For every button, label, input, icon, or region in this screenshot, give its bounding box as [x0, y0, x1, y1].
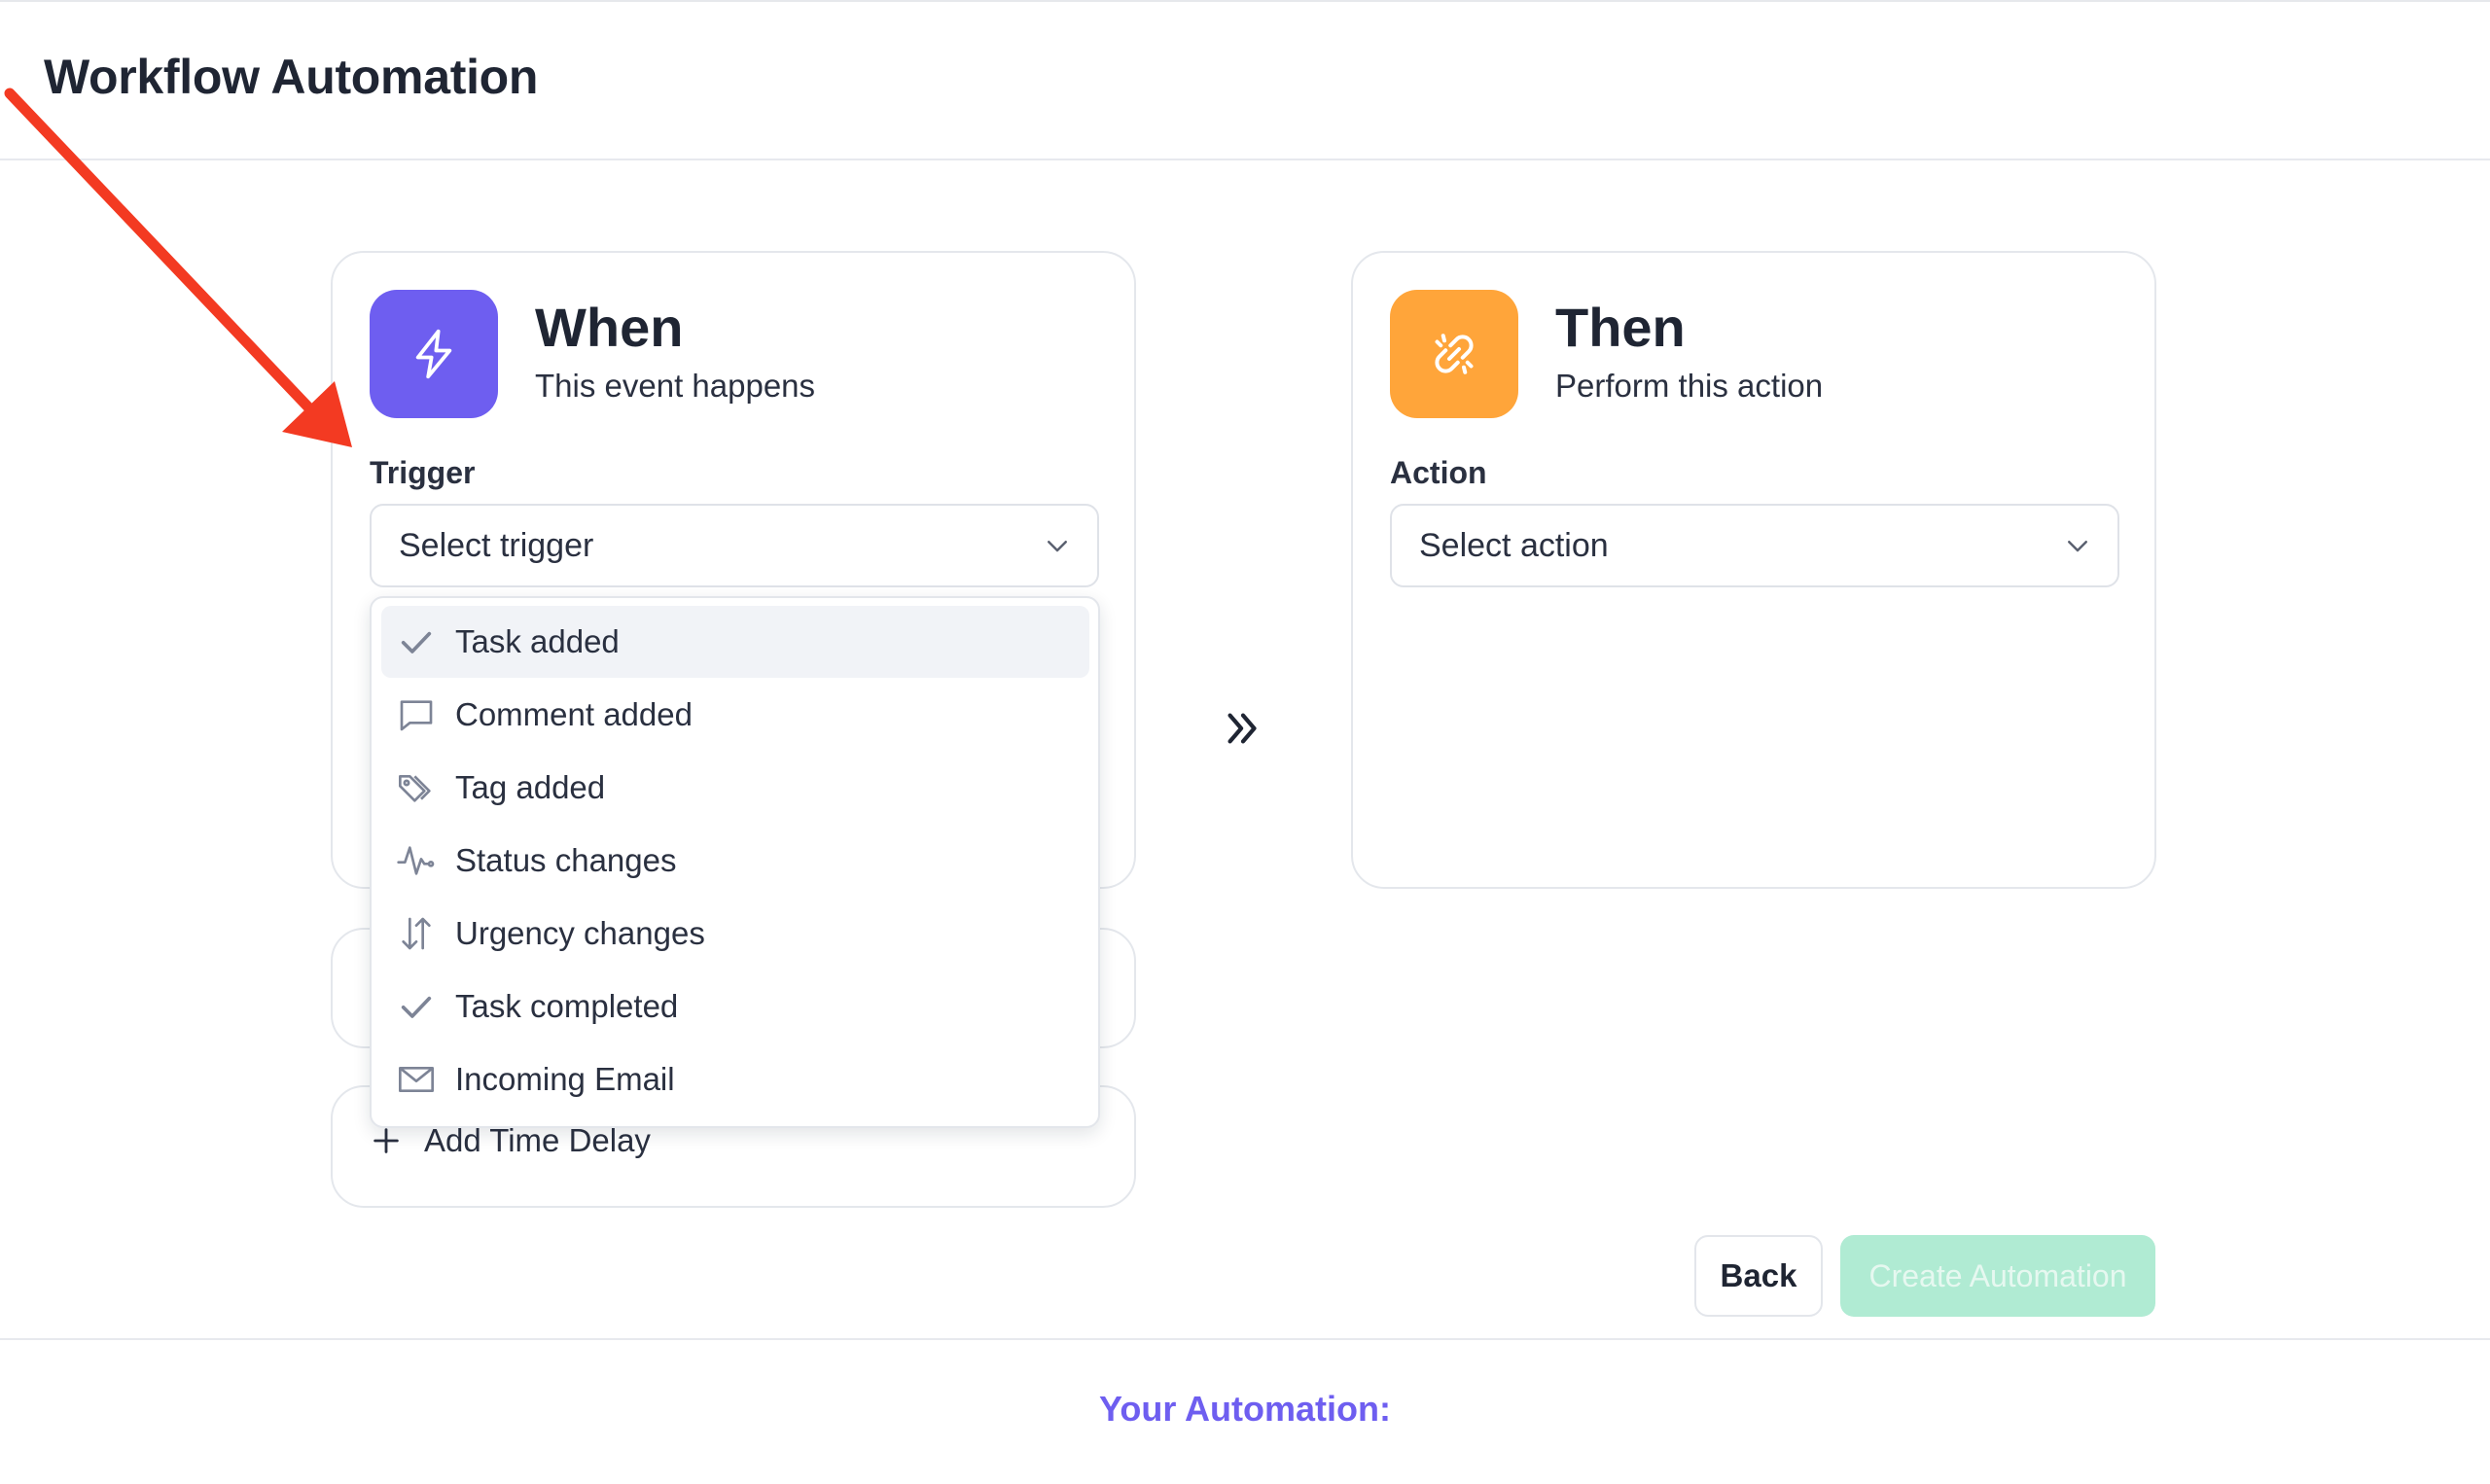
trigger-option-incoming-email[interactable]: Incoming Email — [381, 1043, 1089, 1115]
chevron-down-icon — [1048, 541, 1067, 552]
then-subtitle: Perform this action — [1555, 368, 1824, 404]
page-title: Workflow Automation — [44, 50, 539, 104]
trigger-option-label: Task completed — [455, 988, 679, 1024]
double-chevron-right-icon — [1227, 713, 1257, 744]
trigger-label: Trigger — [370, 455, 476, 490]
when-heading: When — [535, 297, 684, 358]
tag-icon — [399, 775, 431, 802]
check-icon — [401, 631, 432, 654]
back-button[interactable]: Back — [1694, 1235, 1823, 1317]
top-border — [0, 0, 2490, 2]
trigger-select-value: Select trigger — [399, 526, 594, 564]
when-icon-tile — [370, 290, 498, 418]
header-divider — [0, 159, 2490, 160]
trigger-option-status-changes[interactable]: Status changes — [381, 825, 1089, 897]
annotation-arrow-icon — [4, 88, 352, 447]
chevron-down-icon — [2068, 541, 2087, 552]
plus-icon — [374, 1128, 399, 1153]
lightning-icon — [415, 329, 452, 379]
trigger-option-label: Incoming Email — [455, 1061, 675, 1097]
activity-icon — [397, 846, 435, 875]
check-icon — [401, 996, 432, 1018]
trigger-option-label: Task added — [455, 623, 620, 659]
your-automation-title: Your Automation: — [1099, 1389, 1391, 1429]
trigger-option-comment-added[interactable]: Comment added — [381, 679, 1089, 751]
create-automation-button[interactable]: Create Automation — [1840, 1235, 2155, 1317]
then-card: Then Perform this action Action Select a… — [1351, 251, 2156, 889]
when-subtitle: This event happens — [535, 368, 816, 404]
link-icon — [1435, 334, 1474, 374]
action-select-value: Select action — [1419, 526, 1609, 564]
trigger-option-tag-added[interactable]: Tag added — [381, 752, 1089, 824]
trigger-option-task-added[interactable]: Task added — [381, 606, 1089, 678]
then-heading: Then — [1555, 297, 1686, 358]
sort-arrows-icon — [402, 917, 431, 950]
trigger-option-label: Status changes — [455, 842, 677, 878]
trigger-option-task-completed[interactable]: Task completed — [381, 971, 1089, 1042]
mail-icon — [399, 1067, 434, 1092]
trigger-option-label: Urgency changes — [455, 915, 705, 951]
trigger-select[interactable]: Select trigger — [370, 504, 1099, 587]
trigger-option-label: Tag added — [455, 769, 606, 805]
trigger-dropdown: Task added Comment added Tag added Statu… — [370, 596, 1100, 1128]
action-select[interactable]: Select action — [1390, 504, 2119, 587]
trigger-option-urgency-changes[interactable]: Urgency changes — [381, 898, 1089, 970]
trigger-option-label: Comment added — [455, 696, 693, 732]
comment-icon — [400, 700, 433, 731]
then-icon-tile — [1390, 290, 1518, 418]
summary-divider — [0, 1338, 2490, 1340]
action-label: Action — [1390, 455, 1487, 490]
